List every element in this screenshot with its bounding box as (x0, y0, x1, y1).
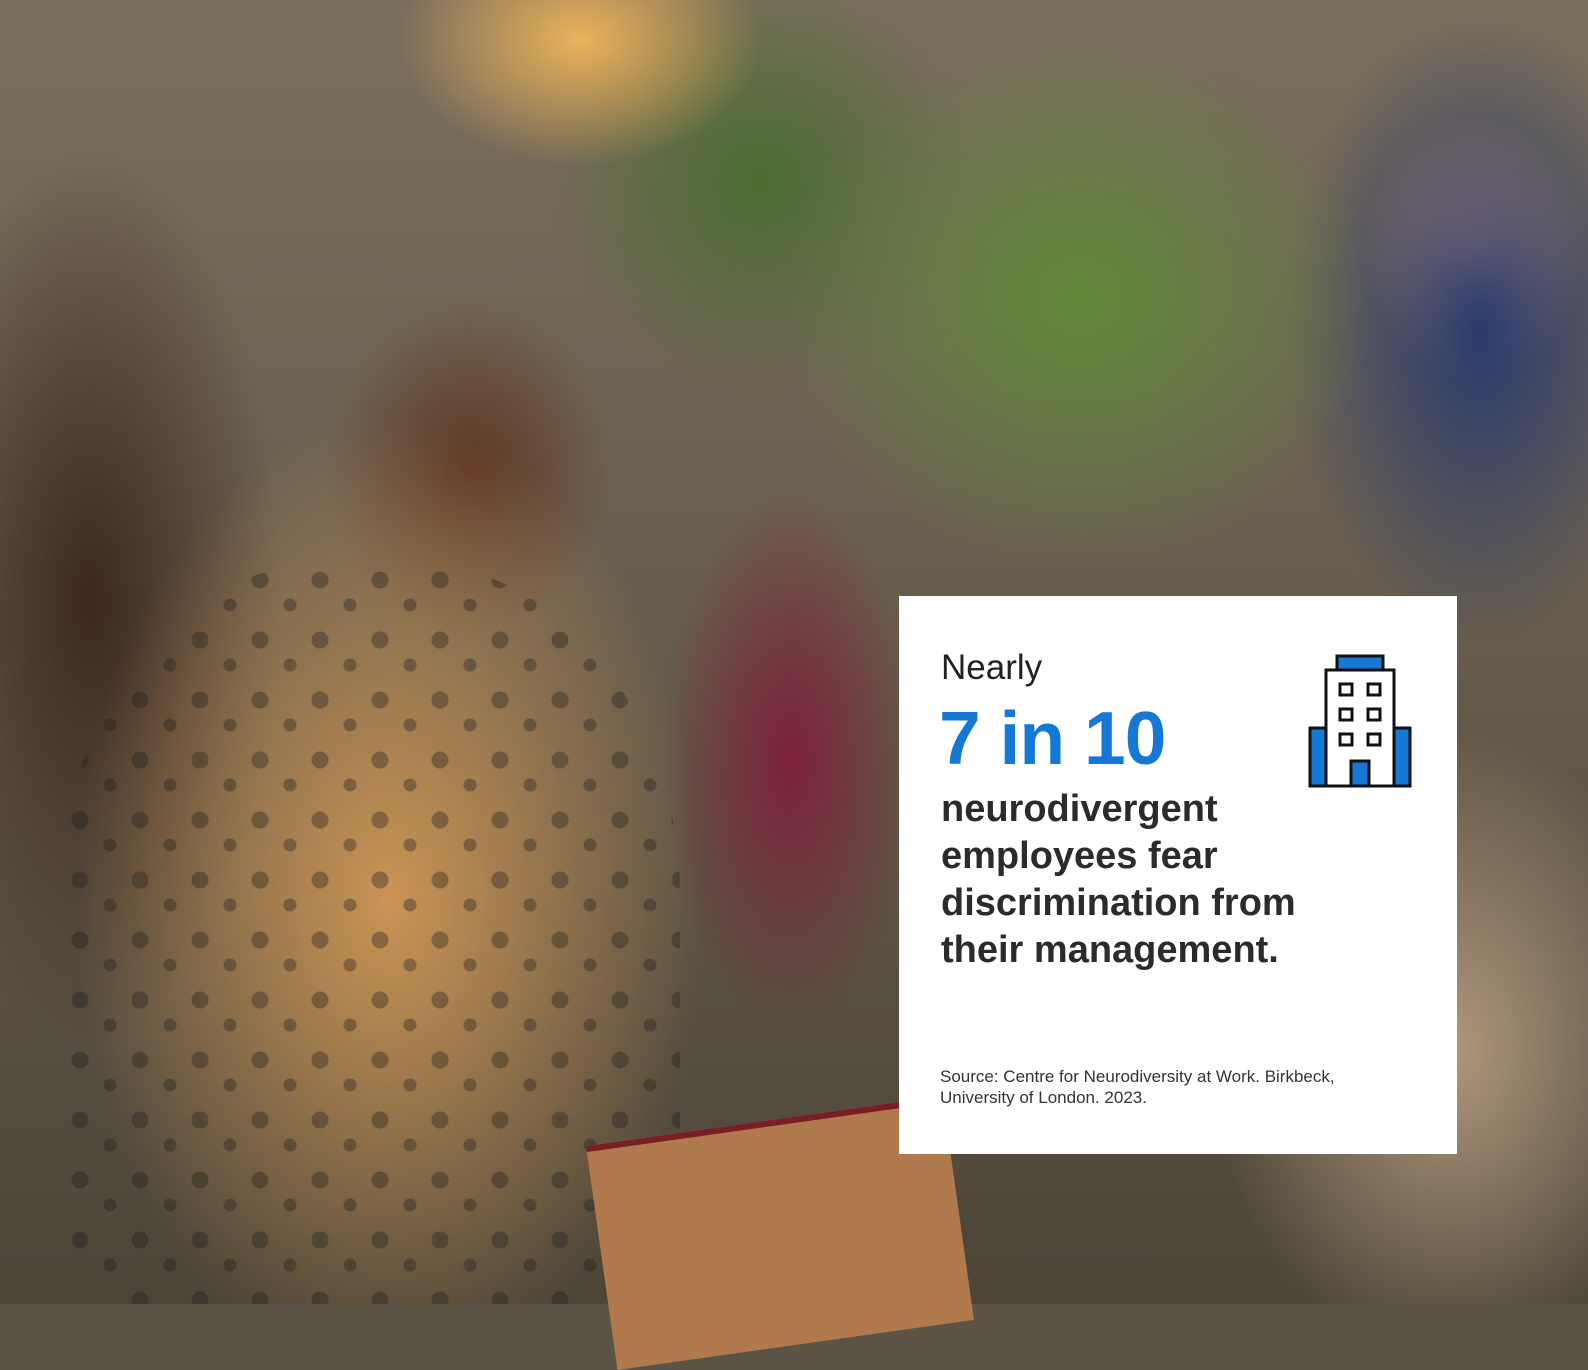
stat-kicker: Nearly (941, 648, 1043, 687)
source-citation: Source: Centre for Neurodiversity at Wor… (940, 1066, 1420, 1108)
stat-value: 7 in 10 (939, 696, 1166, 780)
source-line-1: Source: Centre for Neurodiversity at Wor… (940, 1067, 1335, 1086)
leopard-print-dress (60, 560, 680, 1304)
stat-statement: neurodivergent employees fear discrimina… (941, 788, 1296, 971)
source-line-2: University of London. 2023. (940, 1088, 1147, 1107)
office-building-icon (1308, 654, 1412, 788)
stat-card: Nearly 7 in 10 neurodivergent employees … (899, 596, 1457, 1154)
